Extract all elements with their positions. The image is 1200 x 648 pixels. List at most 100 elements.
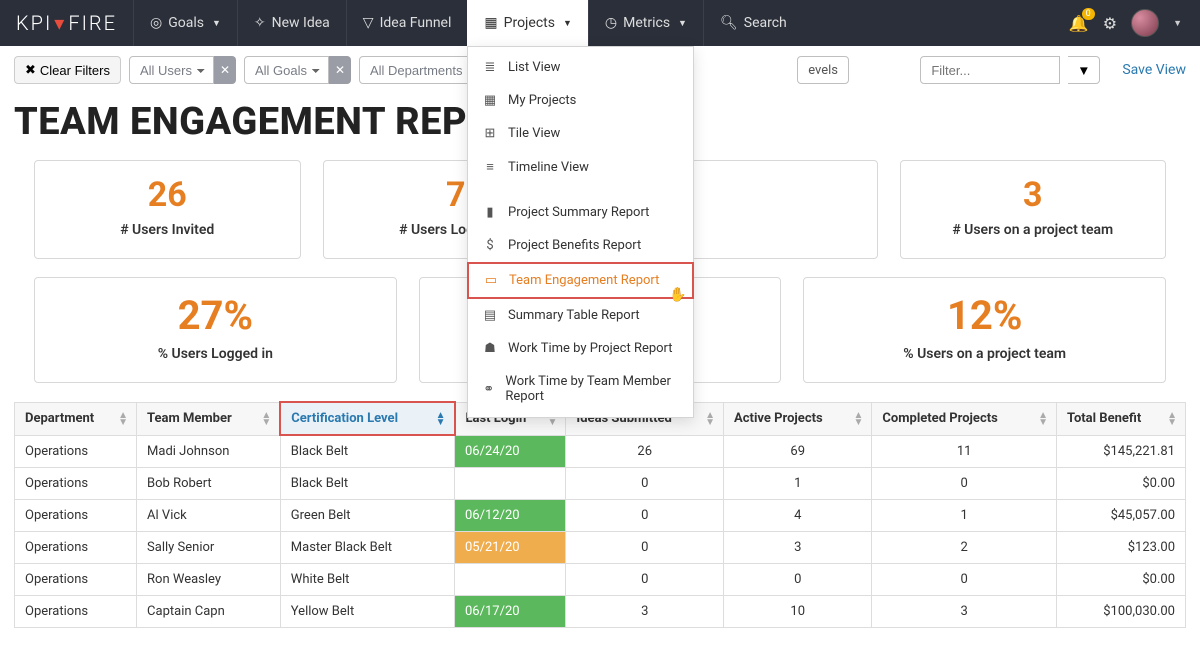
sort-icon: ▲▼	[261, 412, 271, 426]
nav-idea-funnel-label: Idea Funnel	[380, 15, 452, 31]
dollar-icon: $	[482, 238, 498, 253]
remove-goals-filter[interactable]: ✕	[329, 56, 351, 84]
cell-ideas: 26	[566, 435, 724, 468]
cell-login	[455, 564, 566, 596]
nav-search-label: Search	[744, 15, 787, 31]
col-team-member[interactable]: Team Member ▲▼	[137, 402, 281, 435]
topbar-actions: 🔔 0 ⚙ ▼	[1051, 0, 1200, 46]
table-row: OperationsMadi JohnsonBlack Belt06/24/20…	[15, 435, 1186, 468]
briefcase-icon: ☗	[482, 341, 498, 356]
col-department[interactable]: Department▲▼	[15, 402, 137, 435]
goals-filter[interactable]: All Goals	[244, 56, 329, 84]
dropdown-item[interactable]: ⚭Work Time by Team Member Report	[468, 365, 693, 413]
users-filter[interactable]: All Users	[129, 56, 214, 84]
chevron-down-icon[interactable]: ▼	[1173, 18, 1182, 29]
cell-ideas: 3	[566, 596, 724, 628]
dropdown-item[interactable]: ⊞Tile View	[468, 117, 693, 150]
cell-active: 69	[724, 435, 872, 468]
dropdown-item[interactable]: $Project Benefits Report	[468, 229, 693, 262]
cell-benefit: $45,057.00	[1056, 500, 1185, 532]
cell-member: Sally Senior	[137, 532, 281, 564]
lines-icon: ≡	[482, 159, 498, 175]
dropdown-item[interactable]: ▮Project Summary Report	[468, 196, 693, 229]
target-icon: ◎	[150, 15, 162, 31]
dropdown-item[interactable]: ☗ Work Time by Project Report	[468, 332, 693, 365]
dropdown-item-label: Tile View	[508, 126, 560, 141]
col-completed-label: Completed Projects	[882, 411, 997, 426]
cell-department: Operations	[15, 596, 137, 628]
cell-department: Operations	[15, 468, 137, 500]
table-row: OperationsBob RobertBlack Belt010$0.00	[15, 468, 1186, 500]
funnel-icon: ▼	[1077, 63, 1090, 78]
filter-input[interactable]	[920, 56, 1060, 84]
cell-active: 0	[724, 564, 872, 596]
clear-filters-button[interactable]: ✖ Clear Filters	[14, 56, 121, 84]
dropdown-item[interactable]: ≡ Timeline View	[468, 150, 693, 184]
cell-benefit: $123.00	[1056, 532, 1185, 564]
col-completed-projects[interactable]: Completed Projects ▲▼	[872, 402, 1057, 435]
sort-icon: ▲▼	[854, 412, 864, 426]
sort-icon: ▲▼	[1038, 412, 1048, 426]
cell-ideas: 0	[566, 468, 724, 500]
nav-projects[interactable]: ▦ Projects ▼	[467, 0, 588, 46]
card-value: 12%	[814, 294, 1155, 338]
col-team-member-label: Team Member	[147, 411, 232, 426]
col-total-benefit[interactable]: Total Benefit▲▼	[1056, 402, 1185, 435]
dropdown-item[interactable]: ≣List View	[468, 51, 693, 84]
cell-completed: 11	[872, 435, 1057, 468]
col-department-label: Department	[25, 411, 94, 426]
doc-icon: ▤	[482, 308, 498, 323]
nav-goals[interactable]: ◎ Goals ▼	[133, 0, 237, 46]
cell-department: Operations	[15, 500, 137, 532]
nav-new-idea[interactable]: ✧ New Idea	[237, 0, 346, 46]
flame-icon: ▾	[54, 11, 66, 35]
cell-completed: 0	[872, 564, 1057, 596]
save-view-link[interactable]: Save View	[1122, 62, 1186, 78]
brand-text-left: KPI	[16, 11, 52, 35]
apply-filter-button[interactable]: ▼	[1068, 56, 1100, 84]
notifications-button[interactable]: 🔔 0	[1069, 14, 1089, 33]
nav-projects-label: Projects	[504, 15, 555, 31]
cell-ideas: 0	[566, 500, 724, 532]
nav-metrics[interactable]: ◷ Metrics ▼	[588, 0, 703, 46]
cell-benefit: $0.00	[1056, 468, 1185, 500]
cell-member: Al Vick	[137, 500, 281, 532]
cell-active: 1	[724, 468, 872, 500]
col-certification-level[interactable]: Certification Level▲▼	[280, 402, 454, 435]
cell-department: Operations	[15, 532, 137, 564]
bulb-icon: ✧	[254, 15, 266, 31]
departments-filter[interactable]: All Departments	[359, 56, 484, 84]
list-icon: ≣	[482, 60, 498, 75]
nav-search[interactable]: 🔍︎ Search	[703, 0, 803, 46]
cell-ideas: 0	[566, 532, 724, 564]
avatar[interactable]	[1131, 9, 1159, 37]
nav-metrics-label: Metrics	[623, 15, 670, 31]
gauge-icon: ◷	[605, 15, 617, 31]
dropdown-item-label: My Projects	[508, 93, 576, 108]
dropdown-item-label: Project Summary Report	[508, 205, 649, 220]
cell-member: Bob Robert	[137, 468, 281, 500]
clear-filters-label: Clear Filters	[40, 63, 110, 78]
card-icon: ▭	[483, 273, 499, 288]
people-icon: ⚭	[482, 382, 495, 397]
cell-cert: Green Belt	[280, 500, 454, 532]
summary-card: 3# Users on a project team	[900, 160, 1167, 259]
dropdown-item-label: Work Time by Project Report	[508, 341, 673, 356]
remove-users-filter[interactable]: ✕	[214, 56, 236, 84]
nav-idea-funnel[interactable]: ▽ Idea Funnel	[346, 0, 468, 46]
dropdown-item-label: Team Engagement Report	[509, 273, 659, 288]
close-icon: ✖	[25, 62, 36, 78]
col-active-projects[interactable]: Active Projects▲▼	[724, 402, 872, 435]
col-certification-label: Certification Level	[291, 411, 398, 426]
cell-login: 06/17/20	[455, 596, 566, 628]
card-label: % Users on a project team	[814, 346, 1155, 362]
col-benefit-label: Total Benefit	[1067, 411, 1141, 426]
dropdown-item[interactable]: ▭ Team Engagement Report	[467, 262, 694, 299]
brand-logo: KPI ▾ FIRE	[0, 0, 133, 46]
dropdown-item[interactable]: ▤Summary Table Report	[468, 299, 693, 332]
gear-icon[interactable]: ⚙	[1103, 14, 1117, 33]
dropdown-item-label: Timeline View	[508, 160, 589, 175]
dropdown-item[interactable]: ▦My Projects	[468, 84, 693, 117]
table-row: OperationsRon WeasleyWhite Belt000$0.00	[15, 564, 1186, 596]
levels-filter-fragment[interactable]: evels	[797, 56, 849, 84]
